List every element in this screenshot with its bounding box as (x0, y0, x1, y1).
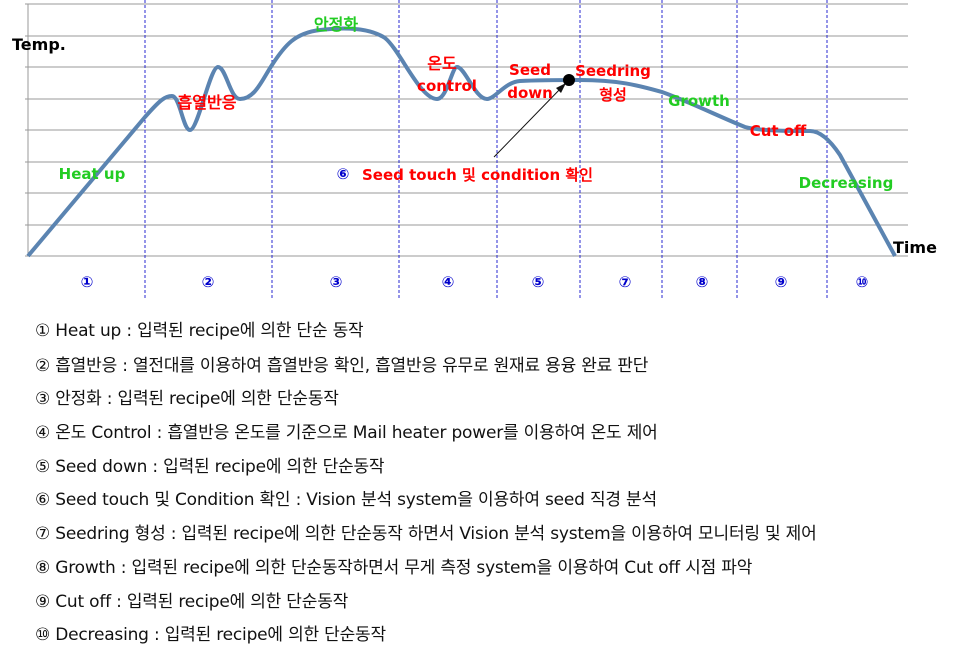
temperature-curve (26, 26, 897, 258)
phase-number: ③ (330, 273, 343, 291)
label-seed-down-1: Seed (509, 61, 551, 79)
phase-number: ① (81, 273, 94, 291)
label-seed-touch: Seed touch 및 condition 확인 (362, 166, 593, 184)
description-item: ② 흡열반응 : 열전대를 이용하여 흡열반응 확인, 흡열반응 유무로 원재료… (35, 356, 649, 376)
label-exotherm: 흡열반응 (178, 93, 237, 112)
seed-touch-point (563, 74, 575, 86)
phase-number: ⑨ (775, 273, 788, 291)
label-temp-control-1: 온도 (427, 54, 457, 73)
x-axis-label: Time (893, 238, 937, 257)
label-seedring-1: Seedring (575, 62, 651, 80)
description-item: ⑤ Seed down : 입력된 recipe에 의한 단순동작 (35, 457, 385, 477)
label-heat-up: Heat up (59, 165, 126, 183)
label-seedring-2: 형성 (599, 86, 627, 104)
description-item: ③ 안정화 : 입력된 recipe에 의한 단순동작 (35, 389, 339, 409)
description-item: ④ 온도 Control : 흡열반응 온도를 기준으로 Mail heater… (35, 423, 658, 443)
phase-numbers: ① ② ③ ④ ⑤ ⑦ ⑧ ⑨ ⑩ (81, 273, 869, 291)
phase-number: ⑦ (619, 273, 632, 291)
phase-number: ② (202, 273, 215, 291)
label-seed-touch-number: ⑥ (337, 165, 350, 183)
label-temp-control-2: control (417, 77, 477, 95)
description-item: ⑦ Seedring 형성 : 입력된 recipe에 의한 단순동작 하면서 … (35, 524, 817, 544)
label-seed-down-2: down (507, 84, 553, 102)
phase-number: ④ (442, 273, 455, 291)
phase-number: ⑤ (532, 273, 545, 291)
label-decreasing: Decreasing (799, 174, 894, 192)
label-growth: Growth (668, 92, 730, 110)
description-item: ⑧ Growth : 입력된 recipe에 의한 단순동작하면서 무게 측정 … (35, 558, 753, 578)
phase-number: ⑧ (696, 273, 709, 291)
label-cut-off: Cut off (750, 122, 807, 140)
description-item: ⑥ Seed touch 및 Condition 확인 : Vision 분석 … (35, 490, 657, 510)
phase-dividers (144, 0, 828, 300)
y-axis-label: Temp. (12, 35, 66, 54)
description-item: ① Heat up : 입력된 recipe에 의한 단순 동작 (35, 321, 364, 341)
description-item: ⑨ Cut off : 입력된 recipe에 의한 단순동작 (35, 592, 349, 612)
description-item: ⑩ Decreasing : 입력된 recipe에 의한 단순동작 (35, 625, 386, 645)
process-diagram: Temp. Time Heat up 흡열반응 안정화 온도 control S… (12, 0, 937, 300)
label-stabilize: 안정화 (314, 15, 358, 34)
phase-number: ⑩ (856, 273, 869, 291)
